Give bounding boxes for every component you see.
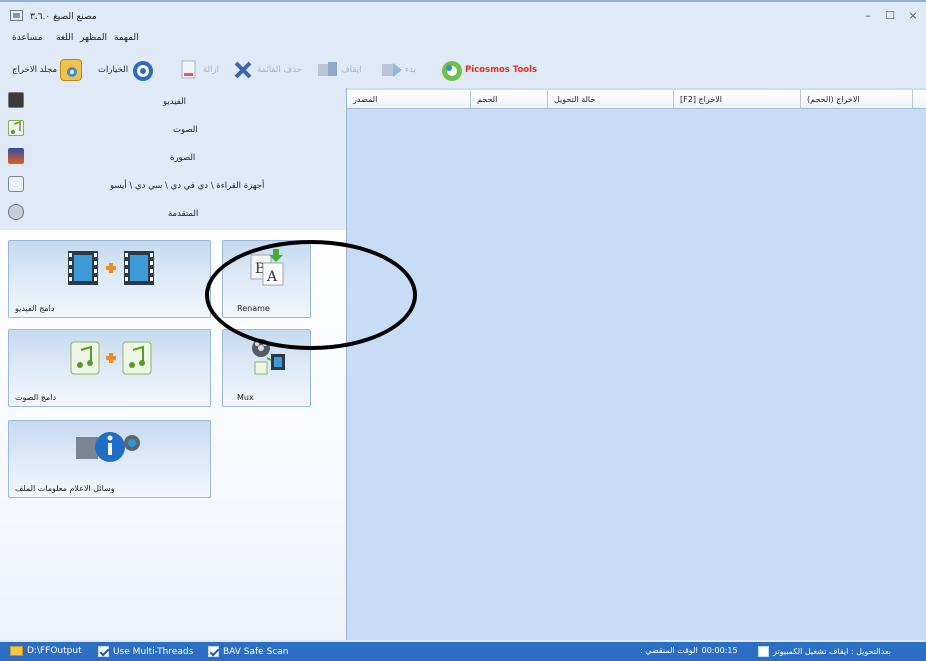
stop-button[interactable]: ايقاف [316, 56, 361, 84]
elapsed-label: : الوقت المنقضي [640, 646, 698, 655]
stop-label: ايقاف [341, 65, 362, 75]
window-title: مصنع الصيغ ٣.٦.٠ [30, 12, 97, 22]
output-folder-label: مجلد الاخراج [12, 65, 58, 75]
category-video-label: الفيديو [163, 97, 187, 107]
video-joiner-tile[interactable]: دامج الفيديو [8, 240, 211, 318]
audio-join-icon [70, 341, 152, 375]
video-joiner-label: دامج الفيديو [15, 304, 55, 313]
category-picture[interactable]: الصورة [0, 144, 346, 172]
menu-help[interactable]: مساعدة [12, 33, 42, 43]
music-note-icon [8, 120, 24, 136]
category-rom-label: أجهزة القراءة \ دي في دي \ سي دي \ أيسو [110, 181, 265, 191]
status-bar: D:\FFOutput Use Multi-Threads BAV Safe S… [0, 642, 926, 661]
stop-icon [316, 59, 338, 81]
options-label: الخيارات [98, 65, 129, 75]
category-picture-label: الصورة [170, 153, 196, 163]
menu-language[interactable]: اللغة [56, 33, 73, 43]
app-window: مصنع الصيغ ٣.٦.٠ – ☐ × مساعدة اللغة المظ… [0, 0, 926, 661]
left-panel: الفيديو الصوت الصورة أجهزة القراءة \ دي … [0, 88, 346, 640]
category-advanced[interactable]: المتقدمة [0, 200, 346, 228]
remove-label: ازالة [203, 65, 219, 75]
start-button[interactable]: بدء [380, 56, 416, 84]
bav-scan-check-icon [208, 646, 219, 657]
start-label: بدء [405, 65, 416, 75]
audio-joiner-tile[interactable]: دامج الصوت [8, 329, 211, 407]
toolbar: مجلد الاخراج الخيارات ازالة حذف القائمة [0, 52, 926, 88]
clear-list-button[interactable]: حذف القائمة [232, 56, 302, 84]
picture-icon [8, 148, 24, 164]
remove-button[interactable]: ازالة [178, 56, 219, 84]
media-info-label: وسائل الاعلام معلومات الملف [15, 484, 115, 493]
elapsed-time: : الوقت المنقضي 00:00:15 [640, 646, 738, 655]
clear-x-icon [232, 59, 254, 81]
output-path-text: D:\FFOutput [27, 646, 82, 656]
remove-document-icon [178, 59, 200, 81]
picosmos-tools-button[interactable]: Picosmos Tools [440, 56, 537, 84]
file-list-panel[interactable]: المصدر الحجم حالة التحويل [F2] الاخراج (… [346, 88, 926, 640]
folder-icon [60, 59, 83, 81]
menu-task[interactable]: المهمة [114, 33, 139, 43]
maximize-button[interactable]: ☐ [880, 9, 900, 22]
picosmos-logo-icon [440, 59, 462, 81]
options-button[interactable]: الخيارات [98, 56, 154, 84]
column-output-size[interactable]: (الاخراج (الحجم [801, 90, 913, 109]
film-icon [8, 92, 24, 108]
media-info-tile[interactable]: وسائل الاعلام معلومات الملف [8, 420, 211, 498]
options-gear-icon [131, 59, 154, 81]
shutdown-check-icon [758, 646, 769, 657]
bav-scan-checkbox[interactable]: BAV Safe Scan [208, 646, 288, 657]
minimize-button[interactable]: – [858, 9, 878, 22]
category-video[interactable]: الفيديو [0, 88, 346, 116]
shutdown-after-convert[interactable]: بعدالتحويل : ايقاف تشغيل الكمبيوتر [758, 646, 891, 657]
picosmos-label: Picosmos Tools [465, 65, 538, 75]
shutdown-label: بعدالتحويل : ايقاف تشغيل الكمبيوتر [773, 647, 892, 656]
folder-icon [10, 646, 23, 656]
media-info-icon [76, 432, 140, 462]
advanced-reel-icon [8, 204, 24, 220]
multi-threads-checkbox[interactable]: Use Multi-Threads [98, 646, 193, 657]
category-audio[interactable]: الصوت [0, 116, 346, 144]
category-rom-device[interactable]: أجهزة القراءة \ دي في دي \ سي دي \ أيسو [0, 172, 346, 200]
output-folder-button[interactable]: مجلد الاخراج [12, 56, 83, 84]
output-path-link[interactable]: D:\FFOutput [10, 646, 82, 656]
clear-list-label: حذف القائمة [257, 65, 302, 75]
start-icon [380, 59, 402, 81]
elapsed-value: 00:00:15 [701, 646, 738, 655]
category-advanced-label: المتقدمة [168, 209, 199, 219]
multi-threads-check-icon [98, 646, 109, 657]
menu-skin[interactable]: المظهر [80, 33, 107, 43]
mux-label: Mux [237, 393, 254, 402]
category-audio-label: الصوت [173, 125, 198, 135]
column-output[interactable]: [F2] الاخراج [674, 90, 801, 109]
column-convert-state[interactable]: حالة التحويل [548, 90, 674, 109]
column-source[interactable]: المصدر [347, 90, 471, 109]
column-size[interactable]: الحجم [471, 90, 548, 109]
video-join-icon [68, 251, 154, 285]
title-bar: مصنع الصيغ ٣.٦.٠ – ☐ × [0, 4, 926, 28]
file-list-header: المصدر الحجم حالة التحويل [F2] الاخراج (… [347, 90, 926, 109]
multi-threads-label: Use Multi-Threads [113, 646, 194, 657]
annotation-circle [205, 240, 417, 350]
close-button[interactable]: × [903, 9, 923, 22]
audio-joiner-label: دامج الصوت [15, 393, 57, 402]
app-icon [10, 10, 23, 21]
menu-bar: مساعدة اللغة المظهر المهمة [0, 28, 926, 48]
drive-icon [8, 176, 24, 192]
bav-scan-label: BAV Safe Scan [223, 646, 289, 657]
